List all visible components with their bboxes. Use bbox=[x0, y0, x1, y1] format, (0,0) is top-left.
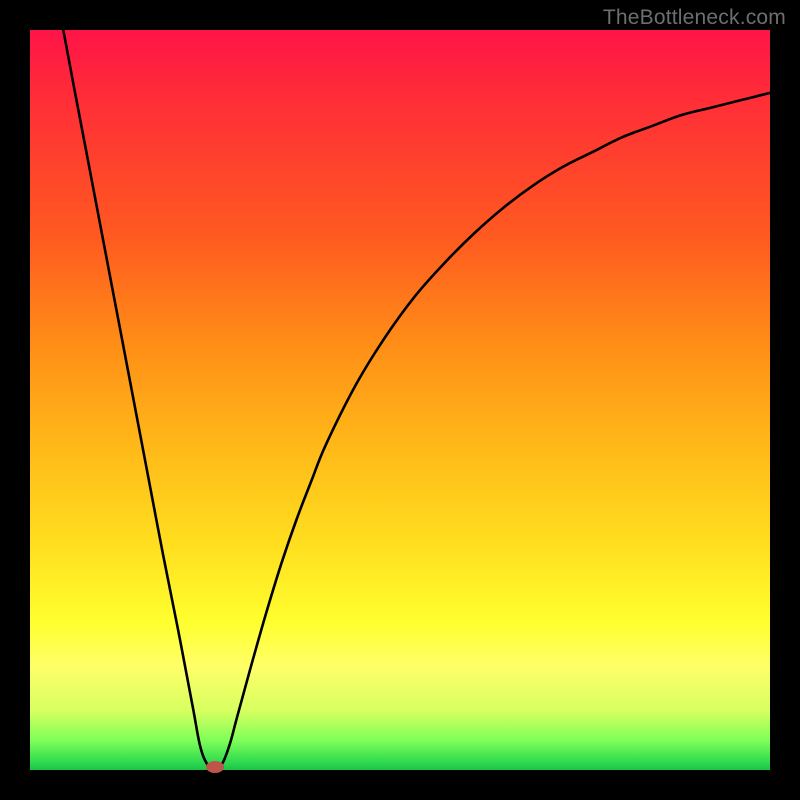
plot-area bbox=[30, 30, 770, 770]
chart-svg bbox=[30, 30, 770, 770]
bottleneck-curve bbox=[63, 30, 770, 770]
watermark-text: TheBottleneck.com bbox=[603, 6, 786, 30]
chart-frame: TheBottleneck.com bbox=[0, 0, 800, 800]
minimum-marker bbox=[206, 761, 224, 773]
